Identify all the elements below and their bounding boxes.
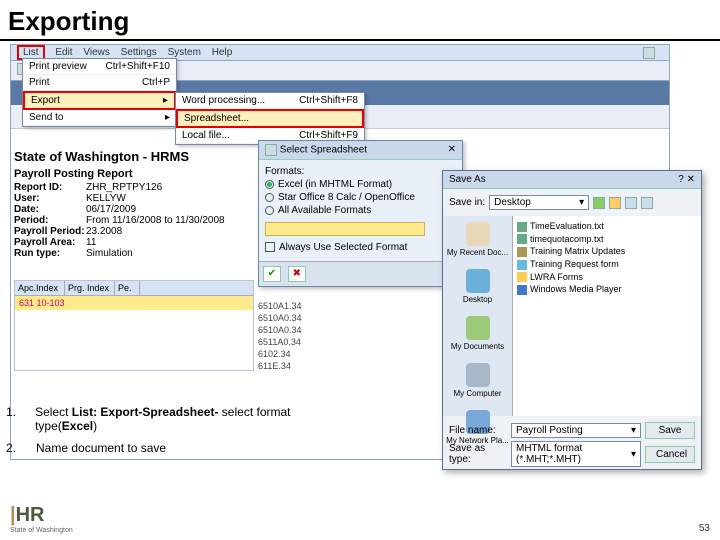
saveas-title: Save As [449,174,486,185]
menu-views[interactable]: Views [83,47,110,58]
save-button[interactable]: Save [645,422,695,439]
list-item[interactable]: Training Matrix Updates [517,245,697,258]
list-item[interactable]: Training Request form [517,258,697,271]
places-bar: My Recent Doc... Desktop My Documents My… [443,216,513,416]
select-spreadsheet-dialog: Select Spreadsheet ✕ Formats: Excel (in … [258,140,463,287]
savetype-combo[interactable]: MHTML format (*.MHT;*.MHT)▾ [511,441,641,467]
cancel-button[interactable]: ✖ [288,266,306,282]
report-header: State of Washington - HRMS Payroll Posti… [14,145,254,259]
footer: |HR State of Washington 53 [10,504,710,534]
menu-settings[interactable]: Settings [121,47,157,58]
list-item[interactable]: TimeEvaluation.txt [517,220,697,233]
report-table: Apc.Index Prg. Index Pe. 631 10-103 [14,280,254,371]
list-item[interactable]: timequotacomp.txt [517,233,697,246]
instruction-2: Name document to save [36,441,166,455]
report-title-1: State of Washington - HRMS [14,145,254,168]
help-icon[interactable]: ? [678,174,684,185]
back-icon[interactable] [593,197,605,209]
place-desktop[interactable]: Desktop [443,263,512,310]
formats-label: Formats: [265,166,456,177]
savetype-label: Save as type: [449,443,507,465]
place-mydocs[interactable]: My Documents [443,310,512,357]
hr-logo: |HR [10,504,73,527]
sap-logo-icon [643,47,655,59]
chevron-down-icon: ▾ [631,449,636,460]
menu-help[interactable]: Help [212,47,233,58]
list-menu-dropdown: Print previewCtrl+Shift+F10 PrintCtrl+P … [22,58,177,127]
chevron-down-icon: ▾ [631,425,636,436]
file-list[interactable]: TimeEvaluation.txt timequotacomp.txt Tra… [513,216,701,416]
newfolder-icon[interactable] [625,197,637,209]
save-as-dialog: Save As ? ✕ Save in: Desktop▾ My Recent … [442,170,702,470]
page-number: 53 [699,523,710,534]
ok-button[interactable]: ✔ [263,266,281,282]
menu-edit[interactable]: Edit [55,47,72,58]
submenu-word[interactable]: Word processing...Ctrl+Shift+F8 [176,93,364,109]
saveas-controls: ? ✕ [678,174,695,185]
code-list: 6510A1.346510A0.346510A0.34 6511A0.34610… [258,300,302,372]
submenu-spreadsheet[interactable]: Spreadsheet... [176,109,364,128]
dialog-title: Select Spreadsheet [265,144,367,156]
export-submenu: Word processing...Ctrl+Shift+F8 Spreadsh… [175,92,365,145]
radio-staroffice[interactable]: Star Office 8 Calc / OpenOffice [265,192,456,203]
col-pe: Pe. [115,281,140,295]
instructions: 1.Select List: Export-Spreadsheet- selec… [6,405,346,463]
menu-system[interactable]: System [168,47,201,58]
radio-excel[interactable]: Excel (in MHTML Format) [265,179,456,190]
instruction-1: Select List: Export-Spreadsheet- select … [35,405,346,433]
place-mycomputer[interactable]: My Computer [443,357,512,404]
format-field[interactable] [265,222,425,236]
views-icon[interactable] [641,197,653,209]
save-in-combo[interactable]: Desktop▾ [489,195,589,210]
cancel-button[interactable]: Cancel [645,446,695,463]
col-apc-index: Apc.Index [15,281,65,295]
menu-print-preview[interactable]: Print previewCtrl+Shift+F10 [23,59,176,75]
always-use-checkbox[interactable]: Always Use Selected Format [265,242,456,253]
close-icon[interactable]: ✕ [448,144,456,156]
place-recent[interactable]: My Recent Doc... [443,216,512,263]
filename-label: File name: [449,425,507,436]
list-item[interactable]: LWRA Forms [517,271,697,284]
radio-all-formats[interactable]: All Available Formats [265,205,456,216]
close-icon[interactable]: ✕ [687,174,695,185]
table-row: 631 10-103 [15,296,253,310]
footer-subtitle: State of Washington [10,527,73,534]
page-title: Exporting [0,0,720,41]
save-in-label: Save in: [449,197,485,208]
menu-print[interactable]: PrintCtrl+P [23,75,176,91]
list-item[interactable]: Windows Media Player [517,283,697,296]
menu-send-to[interactable]: Send to▸ [23,110,176,126]
menu-export[interactable]: Export▸ [23,91,176,110]
chevron-down-icon: ▾ [579,197,584,208]
report-title-2: Payroll Posting Report [14,168,254,180]
up-icon[interactable] [609,197,621,209]
col-prg-index: Prg. Index [65,281,115,295]
dialog-icon [265,144,277,156]
filename-input[interactable]: Payroll Posting▾ [511,423,641,438]
